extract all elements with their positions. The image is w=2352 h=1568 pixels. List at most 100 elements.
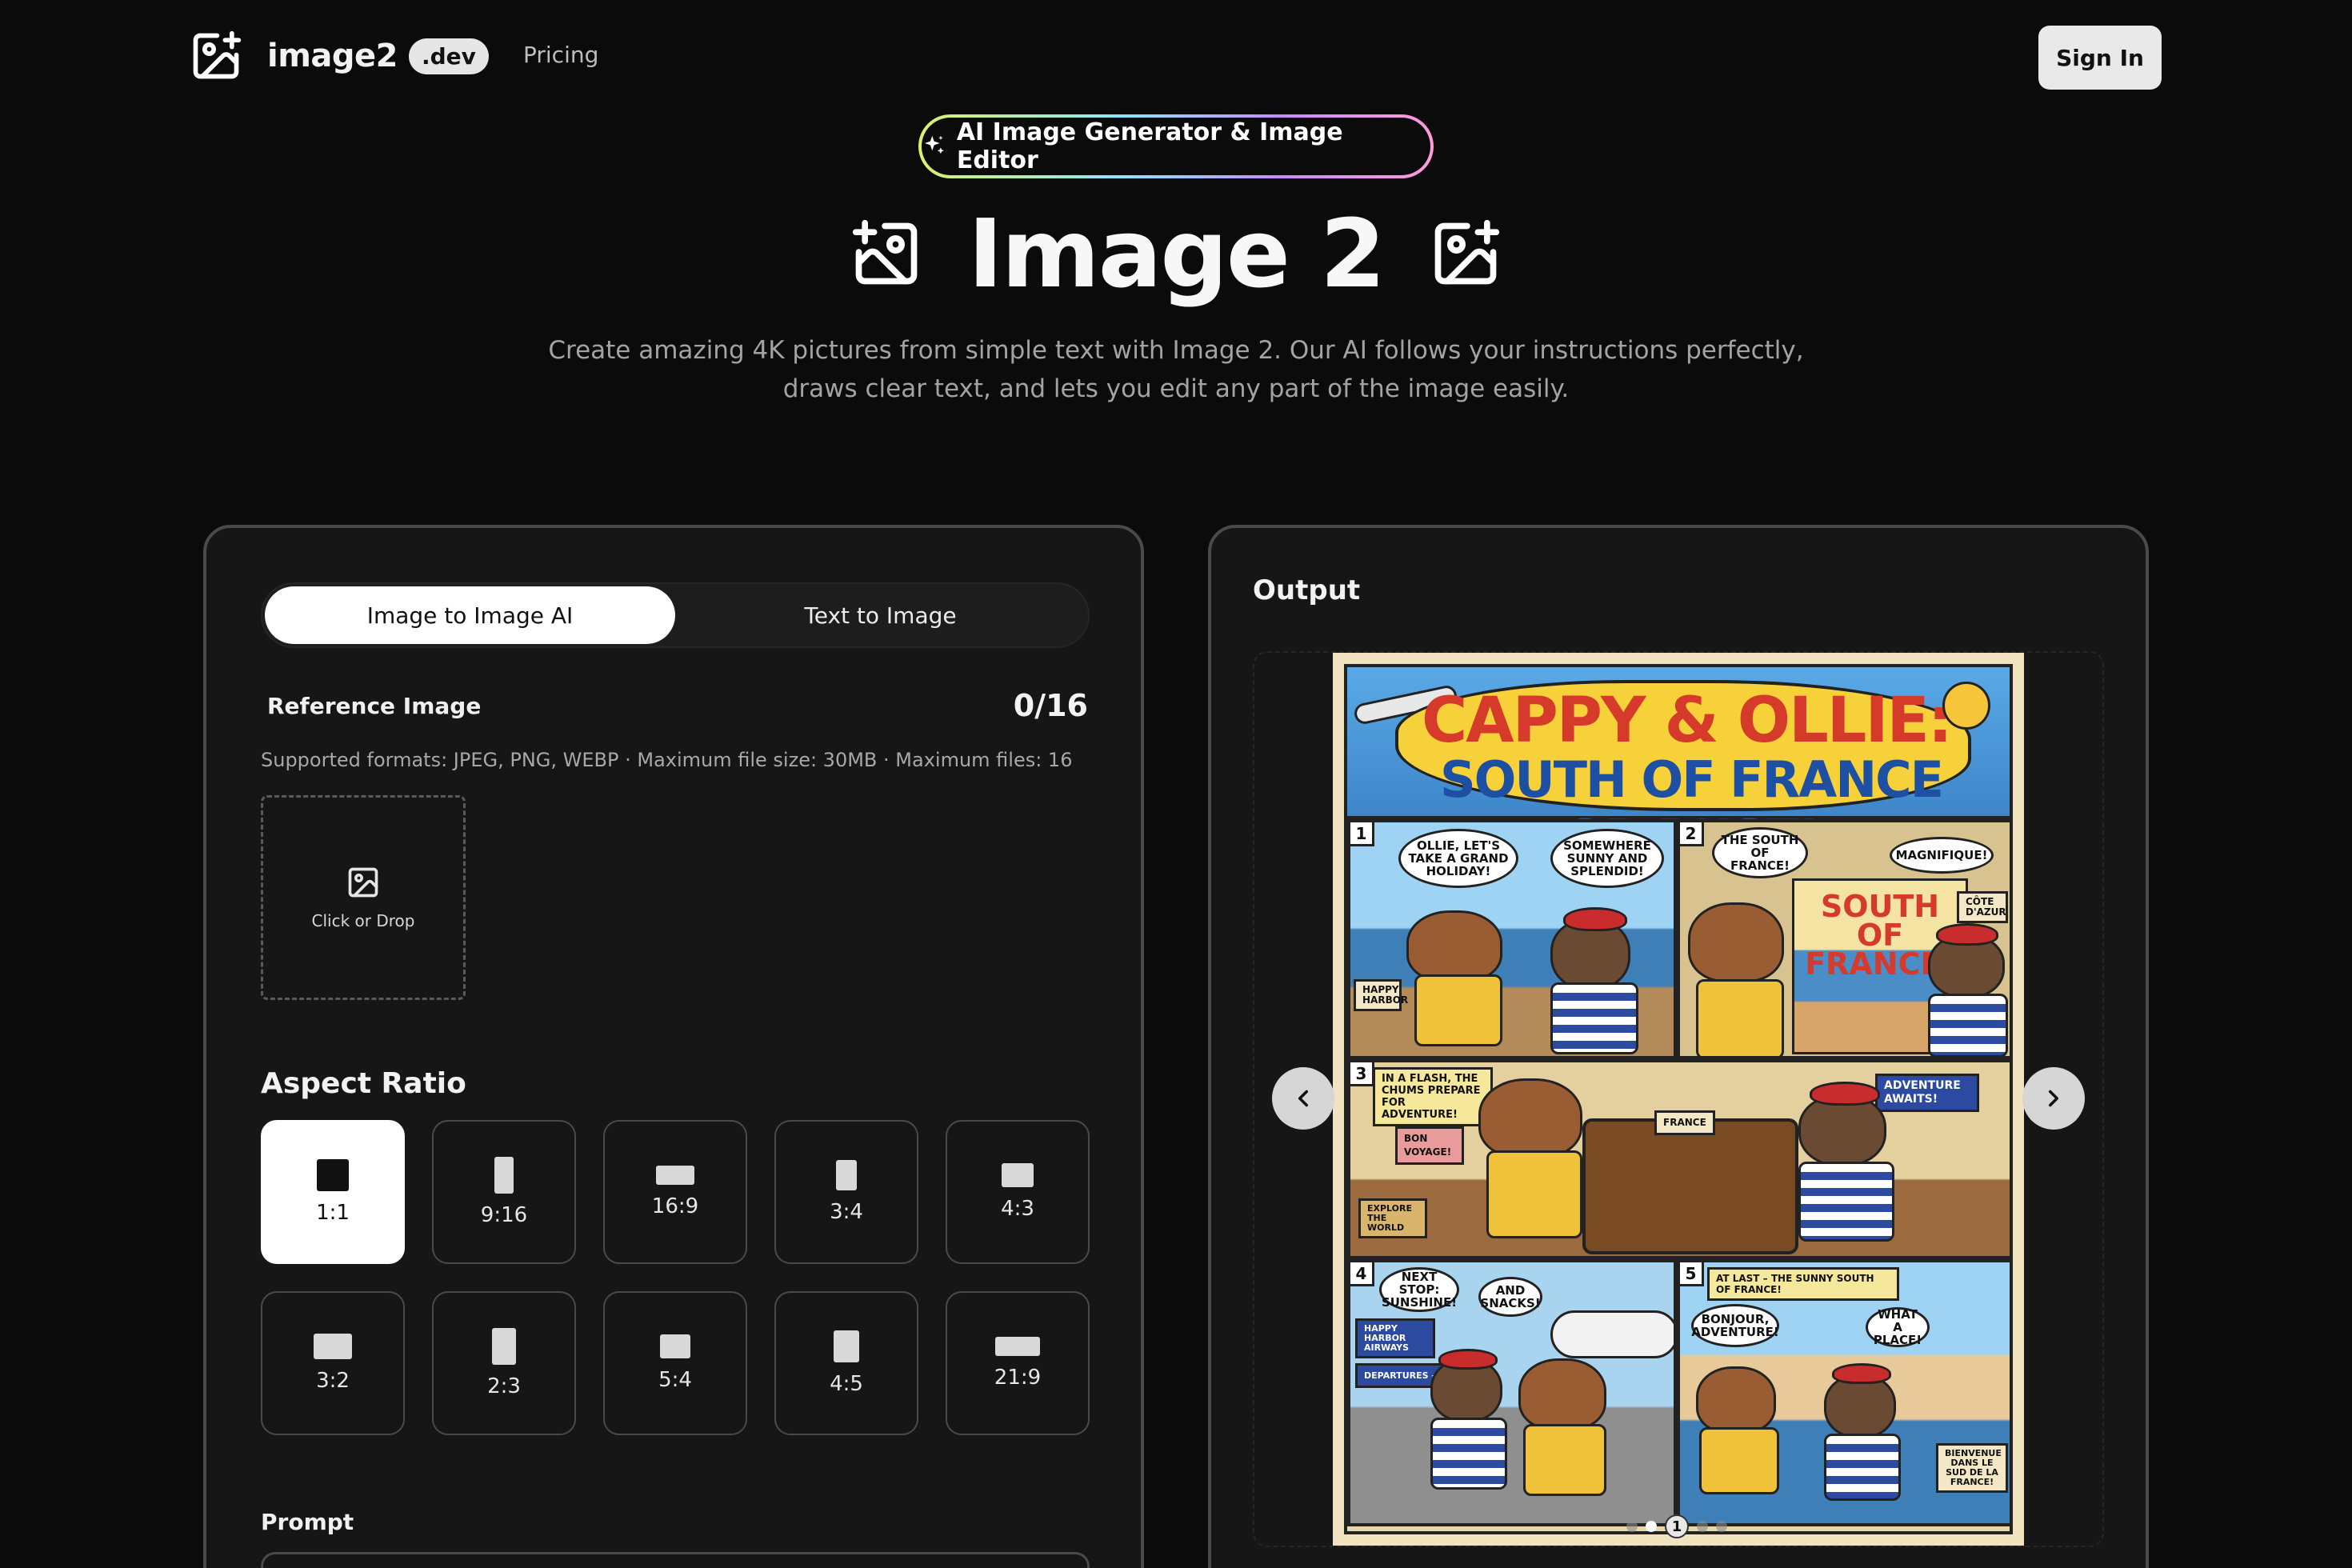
capybara-shirt xyxy=(1414,974,1502,1046)
ratio-option-2-3[interactable]: 2:3 xyxy=(432,1291,576,1435)
beret xyxy=(1832,1363,1891,1384)
carousel-dot[interactable] xyxy=(1646,1521,1657,1532)
beret xyxy=(1438,1349,1498,1370)
ratio-label: 9:16 xyxy=(480,1203,528,1227)
speech-bubble: NEXT STOP: SUNSHINE! xyxy=(1379,1267,1459,1312)
ratio-shape-icon xyxy=(656,1166,694,1185)
ratio-option-5-4[interactable]: 5:4 xyxy=(603,1291,747,1435)
tab-image-to-image[interactable]: Image to Image AI xyxy=(265,586,675,644)
aspect-ratio-label: Aspect Ratio xyxy=(261,1067,466,1100)
ratio-option-3-2[interactable]: 3:2 xyxy=(261,1291,405,1435)
capybara-character xyxy=(1478,1078,1582,1158)
logo-text: image2 xyxy=(267,38,398,74)
hero-badge-text: AI Image Generator & Image Editor xyxy=(956,118,1343,174)
suitcase-tag: FRANCE xyxy=(1654,1110,1715,1135)
carousel-dot[interactable] xyxy=(1697,1521,1708,1532)
airways-sign: HAPPY HARBOR AIRWAYS xyxy=(1355,1318,1435,1358)
supported-formats-text: Supported formats: JPEG, PNG, WEBP · Max… xyxy=(261,749,1073,771)
sign-in-button[interactable]: Sign In xyxy=(2038,26,2162,90)
ratio-option-21-9[interactable]: 21:9 xyxy=(946,1291,1090,1435)
ratio-option-3-4[interactable]: 3:4 xyxy=(774,1120,918,1264)
ratio-option-9-16[interactable]: 9:16 xyxy=(432,1120,576,1264)
ratio-label: 2:3 xyxy=(487,1374,521,1398)
ratio-shape-icon xyxy=(660,1334,690,1358)
capybara-character xyxy=(1696,1366,1776,1434)
aspect-ratio-grid: 1:1 9:16 16:9 3:4 4:3 3:2 2:3 5:4 4:5 21… xyxy=(261,1120,1090,1435)
speech-bubble: SOMEWHERE SUNNY AND SPLENDID! xyxy=(1550,829,1664,888)
ratio-shape-icon xyxy=(494,1157,514,1194)
image-icon xyxy=(348,867,378,898)
upload-dropzone[interactable]: Click or Drop xyxy=(261,795,466,1000)
hero-title: Image 2 xyxy=(967,198,1386,309)
ratio-label: 1:1 xyxy=(316,1201,350,1225)
panel-number: 3 xyxy=(1350,1062,1374,1086)
carousel-prev-button[interactable] xyxy=(1272,1067,1334,1130)
ratio-option-16-9[interactable]: 16:9 xyxy=(603,1120,747,1264)
hero-subtitle-line1: Create amazing 4K pictures from simple t… xyxy=(548,336,1804,365)
hero-title-row: Image 2 xyxy=(0,198,2352,309)
carousel-dot[interactable] xyxy=(1716,1521,1727,1532)
generator-panel: Image to Image AI Text to Image Referenc… xyxy=(203,525,1144,1568)
comic-title-line1: CAPPY & OLLIE: xyxy=(1422,685,1953,757)
comic-panel-2: 2 THE SOUTH OF FRANCE! MAGNIFIQUE! SOUTH… xyxy=(1677,819,2010,1059)
ratio-option-1-1[interactable]: 1:1 xyxy=(261,1120,405,1264)
top-navbar: image2 .dev Pricing Sign In xyxy=(0,0,2352,112)
otter-character xyxy=(1824,1374,1896,1438)
sun-illustration xyxy=(1942,682,1990,730)
carousel-next-button[interactable] xyxy=(2022,1067,2085,1130)
output-image[interactable]: CAPPY & OLLIE: SOUTH OF FRANCE OR BUST! … xyxy=(1333,653,2024,1546)
beret xyxy=(1936,923,1998,946)
reference-image-count: 0/16 xyxy=(1013,688,1088,723)
carousel-current-indicator[interactable]: 1 xyxy=(1665,1514,1689,1538)
ratio-label: 5:4 xyxy=(658,1368,692,1392)
ratio-label: 16:9 xyxy=(651,1194,699,1218)
otter-shirt xyxy=(1798,1162,1894,1242)
hero-badge-inner: AI Image Generator & Image Editor xyxy=(922,118,1430,175)
dropzone-label: Click or Drop xyxy=(311,911,415,930)
otter-shirt xyxy=(1550,982,1638,1054)
carousel-indicators: 1 xyxy=(1622,1514,1731,1538)
ratio-shape-icon xyxy=(1002,1163,1034,1187)
otter-shirt xyxy=(1824,1434,1901,1501)
panel-number: 5 xyxy=(1680,1262,1704,1286)
speech-bubble: BONJOUR, ADVENTURE! xyxy=(1691,1304,1779,1347)
capybara-shirt xyxy=(1486,1150,1582,1238)
nav-pricing-link[interactable]: Pricing xyxy=(523,42,598,68)
tab-text-to-image[interactable]: Text to Image xyxy=(675,586,1086,644)
speech-bubble: OLLIE, LET'S TAKE A GRAND HOLIDAY! xyxy=(1398,829,1518,888)
comic-panel-3: 3 IN A FLASH, THE CHUMS PREPARE FOR ADVE… xyxy=(1347,1059,2010,1259)
chevron-left-icon xyxy=(1298,1090,1309,1107)
harbor-sign: HAPPY HARBOR xyxy=(1354,979,1408,1011)
otter-shirt xyxy=(1430,1418,1507,1490)
airplane-illustration xyxy=(1550,1310,1674,1358)
capybara-character xyxy=(1688,902,1784,982)
image-plus-icon xyxy=(852,219,918,285)
ratio-label: 21:9 xyxy=(994,1366,1042,1390)
ratio-label: 4:5 xyxy=(830,1372,863,1396)
panel-number: 2 xyxy=(1680,822,1704,846)
hero-badge: AI Image Generator & Image Editor xyxy=(918,114,1434,178)
comic-panel-5: 5 AT LAST – THE SUNNY SOUTH OF FRANCE! B… xyxy=(1677,1259,2010,1526)
ratio-option-4-3[interactable]: 4:3 xyxy=(946,1120,1090,1264)
otter-shirt xyxy=(1928,994,2008,1056)
logo[interactable]: image2 .dev xyxy=(189,29,489,83)
ratio-shape-icon xyxy=(995,1337,1040,1356)
ratio-shape-icon xyxy=(836,1160,857,1190)
capybara-shirt xyxy=(1699,1427,1779,1494)
panel-number: 1 xyxy=(1350,822,1374,846)
ratio-label: 3:2 xyxy=(316,1369,350,1393)
prompt-input[interactable] xyxy=(261,1552,1090,1568)
ratio-option-4-5[interactable]: 4:5 xyxy=(774,1291,918,1435)
mode-tabs: Image to Image AI Text to Image xyxy=(261,582,1090,648)
prompt-label: Prompt xyxy=(261,1509,354,1535)
hero-subtitle: Create amazing 4K pictures from simple t… xyxy=(496,331,1856,408)
carousel-dot[interactable] xyxy=(1626,1521,1638,1532)
capybara-character xyxy=(1518,1358,1606,1430)
speech-bubble: THE SOUTH OF FRANCE! xyxy=(1712,827,1808,878)
ratio-label: 3:4 xyxy=(830,1200,863,1224)
capybara-character xyxy=(1406,910,1502,982)
cote-azur-sign: CÔTE D'AZUR xyxy=(1957,891,2008,923)
speech-bubble: WHAT A PLACE! xyxy=(1866,1307,1930,1347)
comic-title-banner: CAPPY & OLLIE: SOUTH OF FRANCE OR BUST! xyxy=(1347,667,2010,867)
comic-page: CAPPY & OLLIE: SOUTH OF FRANCE OR BUST! … xyxy=(1344,664,2013,1534)
